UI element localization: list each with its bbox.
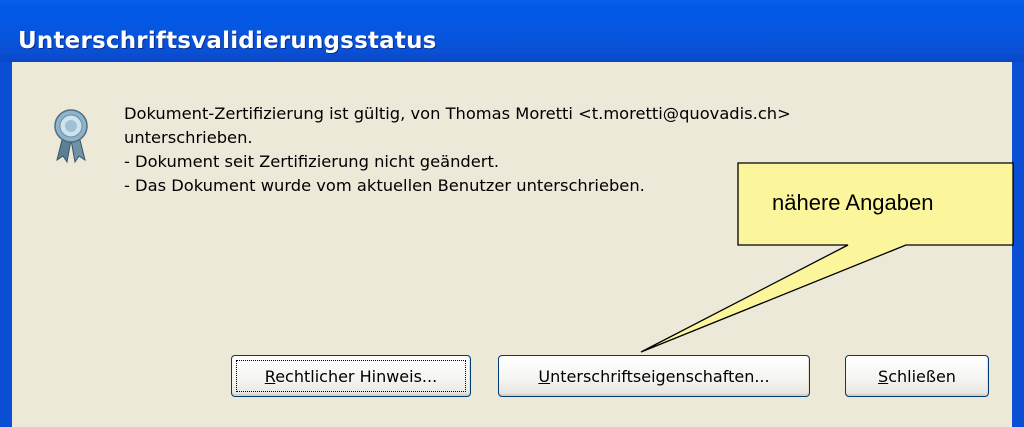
legal-notice-button[interactable]: Rechtlicher Hinweis... xyxy=(231,355,471,397)
legal-notice-label: Rechtlicher Hinweis... xyxy=(264,366,438,386)
status-message: Dokument-Zertifizierung ist gültig, von … xyxy=(124,102,964,198)
callout-text: nähere Angaben xyxy=(772,190,934,215)
close-button[interactable]: Schließen xyxy=(845,355,989,397)
title-bar[interactable]: Unterschriftsvalidierungsstatus xyxy=(0,0,1024,62)
message-line-3: - Dokument seit Zertifizierung nicht geä… xyxy=(124,152,500,171)
message-line-1: Dokument-Zertifizierung ist gültig, von … xyxy=(124,104,791,123)
message-line-2: unterschrieben. xyxy=(124,128,253,147)
certification-ribbon-icon xyxy=(54,109,88,164)
close-label: Schließen xyxy=(878,366,956,386)
signature-properties-label: Unterschriftseigenschaften... xyxy=(538,366,770,386)
window-title: Unterschriftsvalidierungsstatus xyxy=(18,28,437,54)
signature-properties-button[interactable]: Unterschriftseigenschaften... xyxy=(498,355,810,397)
